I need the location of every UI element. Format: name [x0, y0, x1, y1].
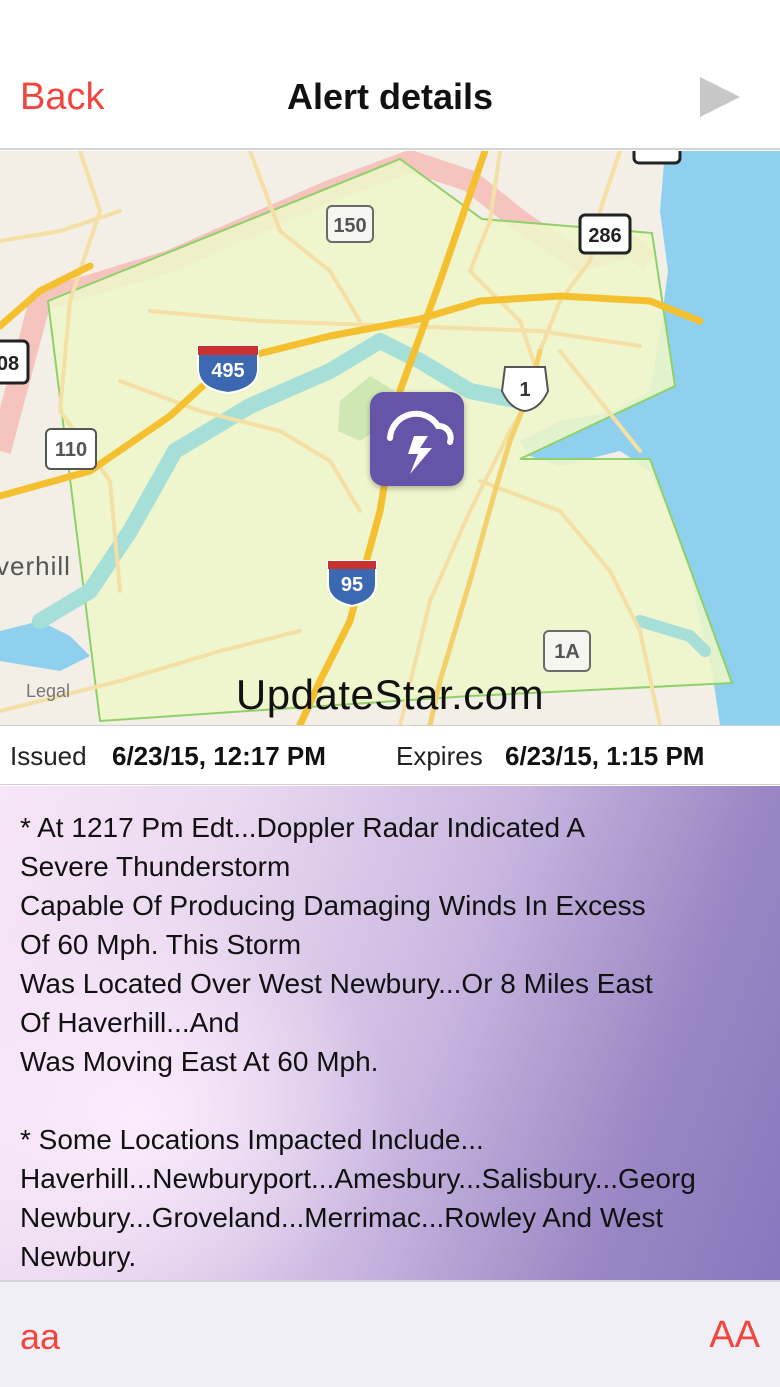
svg-text:1: 1	[519, 379, 530, 401]
route-shield-08: 08	[0, 339, 30, 385]
issued-label: Issued	[10, 741, 87, 771]
issued-value: 6/23/15, 12:17 PM	[112, 741, 326, 771]
bottom-toolbar: aa AA	[0, 1280, 780, 1387]
expires-value: 6/23/15, 1:15 PM	[505, 741, 705, 771]
decrease-font-button[interactable]: aa	[20, 1316, 60, 1358]
svg-text:495: 495	[211, 360, 244, 382]
alert-description-panel[interactable]: * At 1217 Pm Edt...Doppler Radar Indicat…	[0, 786, 780, 1280]
route-shield-top-edge	[632, 151, 682, 165]
status-bar	[0, 0, 780, 52]
svg-text:08: 08	[0, 353, 19, 375]
page-title: Alert details	[286, 76, 494, 117]
interstate-shield-495: 495	[197, 345, 259, 395]
svg-text:150: 150	[333, 215, 366, 237]
route-shield-150: 150	[326, 205, 374, 243]
alert-map[interactable]: 150 286 08 495 1 110 95 1A verhill Legal…	[0, 151, 780, 725]
alert-location-pin[interactable]	[370, 392, 464, 486]
svg-text:286: 286	[588, 225, 621, 247]
next-alert-button[interactable]	[690, 72, 750, 122]
alert-description-text: * At 1217 Pm Edt...Doppler Radar Indicat…	[20, 812, 696, 1272]
increase-font-button[interactable]: AA	[709, 1314, 760, 1357]
route-shield-110: 110	[45, 428, 97, 470]
navigation-bar: Back Alert details	[0, 52, 780, 150]
svg-text:95: 95	[341, 574, 363, 596]
thunderstorm-icon	[387, 410, 454, 474]
watermark-text: UpdateStar.com	[235, 671, 545, 718]
back-button[interactable]: Back	[20, 76, 104, 119]
interstate-shield-95: 95	[327, 560, 377, 608]
svg-text:110: 110	[55, 439, 87, 461]
route-shield-286: 286	[578, 213, 632, 255]
play-triangle-icon	[700, 77, 740, 117]
expires-label: Expires	[396, 741, 483, 771]
svg-text:1A: 1A	[554, 641, 580, 663]
town-label-haverhill: verhill	[0, 551, 71, 581]
route-shield-1A: 1A	[543, 630, 591, 672]
alert-times-bar: Issued 6/23/15, 12:17 PM Expires 6/23/15…	[0, 725, 780, 785]
